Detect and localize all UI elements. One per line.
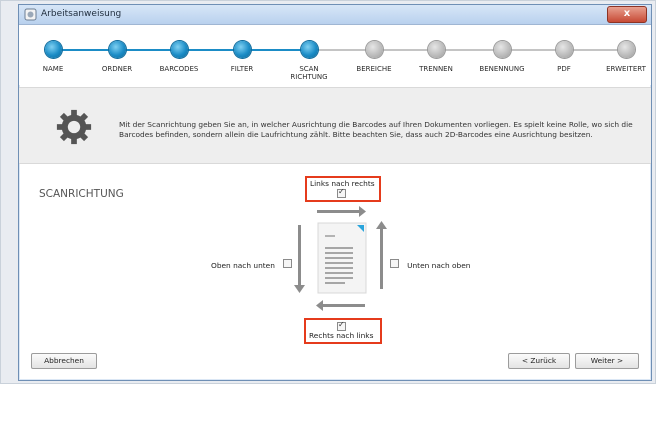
step-connector (564, 49, 626, 51)
left-to-right-option[interactable]: Links nach rechts (305, 176, 381, 202)
close-icon: x (623, 8, 631, 19)
step-label: ORDNER (101, 65, 133, 73)
bottom-to-top-checkbox[interactable] (390, 259, 399, 268)
wizard-window: Arbeitsanweisung x NAME ORDNER BARCODES FIL… (18, 4, 652, 381)
step-dot[interactable] (494, 41, 511, 58)
top-to-bottom-label: Oben nach unten (211, 261, 275, 270)
step-connector (53, 49, 117, 51)
step-label: BENENNUNG (479, 65, 525, 73)
step-label: BEREICHE (356, 65, 392, 73)
step-connector (374, 49, 436, 51)
step-connector (242, 49, 309, 51)
next-button[interactable]: Weiter > (575, 353, 639, 369)
bottom-to-top-label: Unten nach oben (407, 261, 471, 270)
step-connector (502, 49, 564, 51)
step-connector (117, 49, 179, 51)
step-dot[interactable] (45, 41, 62, 58)
step-connector (436, 49, 502, 51)
arrow-up-icon (376, 221, 387, 289)
left-to-right-checkbox[interactable] (337, 187, 346, 198)
arrow-down-icon (294, 225, 305, 293)
step-dot[interactable] (366, 41, 383, 58)
step-dot[interactable] (556, 41, 573, 58)
top-to-bottom-checkbox[interactable] (283, 259, 292, 268)
step-label: ERWEITERT (606, 65, 646, 73)
gear-icon (56, 109, 92, 145)
top-to-bottom-option[interactable]: Oben nach unten (211, 253, 292, 272)
bottom-to-top-option[interactable]: Unten nach oben (390, 253, 470, 272)
step-label: FILTER (230, 65, 254, 73)
app-icon (24, 8, 37, 21)
close-button[interactable]: x (607, 6, 647, 23)
document-icon (317, 222, 367, 294)
window-title: Arbeitsanweisung (41, 9, 122, 19)
cancel-button[interactable]: Abbrechen (31, 353, 97, 369)
step-label: PDF (557, 65, 571, 73)
step-dot[interactable] (171, 41, 188, 58)
step-dot[interactable] (109, 41, 126, 58)
step-connector (179, 49, 242, 51)
right-to-left-checkbox[interactable] (337, 320, 346, 331)
arrow-right-icon (317, 206, 366, 217)
step-label: SCAN RICHTUNG (290, 65, 328, 81)
section-title: SCANRICHTUNG (39, 188, 124, 200)
right-to-left-option[interactable]: Rechts nach links (304, 318, 382, 344)
step-progress: NAME ORDNER BARCODES FILTER SCAN RICHTUNG BER… (19, 25, 651, 85)
back-button[interactable]: < Zurück (508, 353, 570, 369)
step-label: TRENNEN (419, 65, 453, 73)
step-dot[interactable] (618, 41, 635, 58)
scan-direction-graphic (294, 206, 387, 311)
arrow-left-icon (316, 300, 365, 311)
step-connector (309, 49, 374, 51)
step-label: BARCODES (159, 65, 199, 73)
step-dot[interactable] (301, 41, 318, 58)
step-label: NAME (42, 65, 64, 73)
title-bar[interactable]: Arbeitsanweisung x (19, 5, 651, 25)
right-to-left-label: Rechts nach links (309, 331, 374, 340)
step-dot[interactable] (234, 41, 251, 58)
info-text: Mit der Scanrichtung geben Sie an, in we… (119, 120, 633, 139)
step-dot[interactable] (428, 41, 445, 58)
